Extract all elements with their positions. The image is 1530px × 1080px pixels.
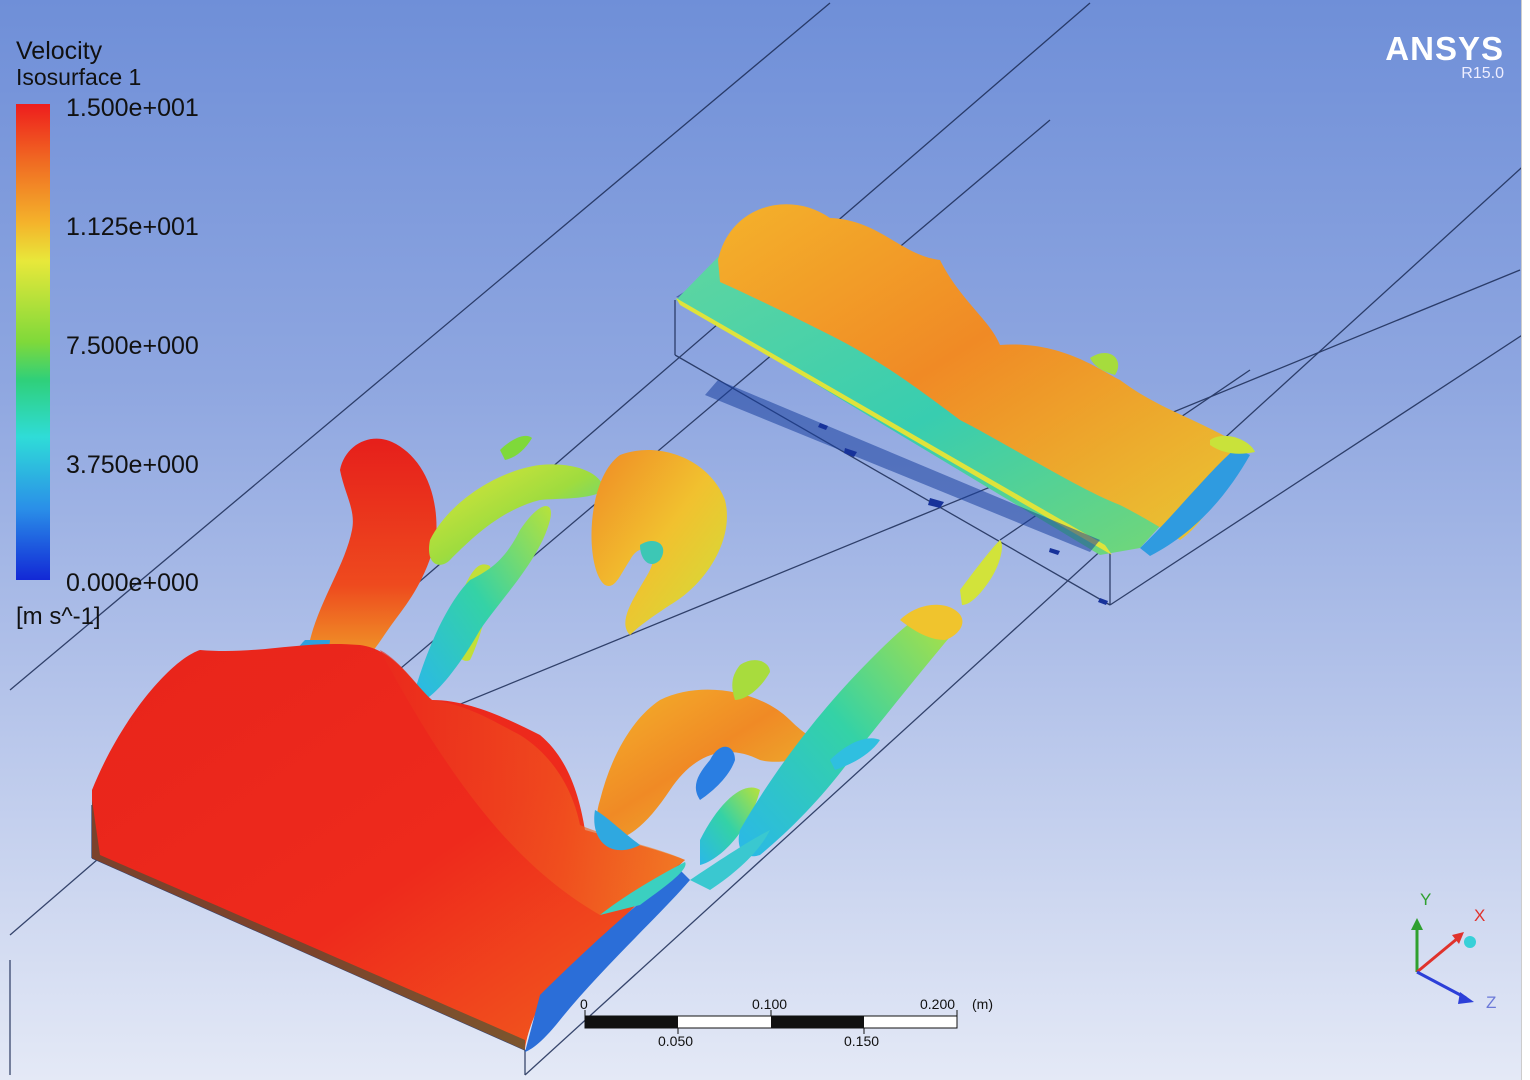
legend-tick: 1.125e+001 xyxy=(66,213,199,241)
axis-z-label: Z xyxy=(1486,993,1497,1012)
window-edge xyxy=(1521,0,1530,1080)
ansys-logo: ANSYS R15.0 xyxy=(1385,32,1504,82)
legend-tick-max: 1.500e+001 xyxy=(66,94,199,122)
scale-unit: (m) xyxy=(972,996,993,1012)
scale-label: 0.050 xyxy=(658,1033,694,1049)
scale-label: 0.150 xyxy=(844,1033,880,1049)
rear-vortex-sheet xyxy=(676,204,1255,556)
legend-tick: 7.500e+000 xyxy=(66,332,199,360)
axis-x-label: X xyxy=(1474,906,1486,925)
legend-colorbar[interactable] xyxy=(16,104,50,580)
brand-name: ANSYS xyxy=(1385,30,1504,67)
scale-label: 0.100 xyxy=(752,996,788,1012)
isosurface-scene[interactable] xyxy=(0,0,1530,1080)
scale-label: 0 xyxy=(580,996,588,1012)
legend-tick-min: 0.000e+000 xyxy=(66,569,199,597)
3d-viewport[interactable]: Velocity Isosurface 1 1.500e+001 1.125e+… xyxy=(0,0,1530,1080)
brand-version: R15.0 xyxy=(1461,65,1504,82)
scale-label: 0.200 xyxy=(920,996,956,1012)
legend-variable: Velocity xyxy=(16,37,103,65)
legend-tick: 3.750e+000 xyxy=(66,451,199,479)
legend-unit: [m s^-1] xyxy=(16,603,101,630)
legend-location: Isosurface 1 xyxy=(16,64,142,90)
axis-y-label: Y xyxy=(1420,890,1432,909)
